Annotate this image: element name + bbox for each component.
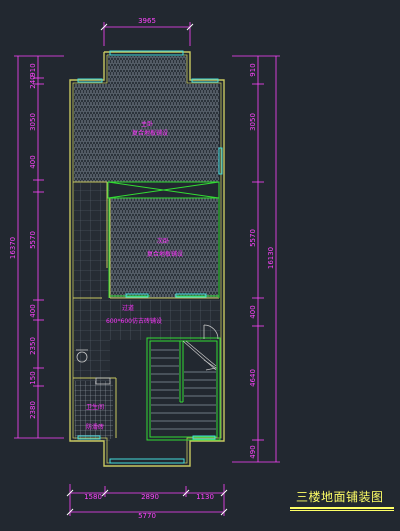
second-bedroom-floor: [110, 198, 218, 298]
dim-left-400: 400: [29, 155, 37, 168]
title-underline-thin: [290, 510, 394, 511]
dim-bottom-1580: 1580: [84, 493, 102, 501]
drawing-title: 三楼地面铺装图: [296, 490, 384, 504]
floor-plan-drawing: 3965 1580 2890 1130 5770 910 240 3050 40…: [9, 17, 280, 520]
second-bedroom-finish: 复合地板铺设: [147, 250, 183, 258]
dim-bottom-2890: 2890: [141, 493, 159, 501]
bathroom-name: 卫生间: [86, 403, 104, 411]
dim-top-3965: 3965: [138, 17, 156, 25]
master-bedroom-name: 主卧: [141, 120, 153, 128]
dim-right-400: 400: [249, 305, 257, 318]
dim-left-2350: 2350: [29, 337, 37, 355]
bathroom-finish: 防滑砖: [86, 423, 104, 431]
dim-left-5570: 5570: [29, 231, 37, 249]
dim-left-3050: 3050: [29, 113, 37, 131]
dim-right-3050: 3050: [249, 113, 257, 131]
master-bedroom-bay-floor: [108, 56, 187, 86]
dim-right-490: 490: [249, 445, 257, 458]
dim-right-5570: 5570: [249, 229, 257, 247]
corridor-finish: 600*600仿古砖铺设: [106, 317, 162, 325]
dim-left-240: 240: [29, 75, 37, 88]
second-bedroom-name: 次卧: [157, 237, 169, 245]
dim-bottom-1130: 1130: [196, 493, 214, 501]
dim-bottom-total: 5770: [138, 512, 156, 520]
dim-left-910: 910: [29, 63, 37, 76]
dim-left-150: 150: [29, 371, 37, 384]
dim-left-400b: 400: [29, 304, 37, 317]
title-underline: [290, 507, 394, 509]
dim-left-2380: 2380: [29, 401, 37, 419]
dim-left-total: 16370: [9, 237, 17, 259]
dim-right-4640: 4640: [249, 369, 257, 387]
corridor-name: 过道: [122, 304, 134, 312]
dim-right-total: 16130: [267, 247, 275, 269]
master-bedroom-finish: 复合地板铺设: [132, 129, 168, 137]
dim-right-910: 910: [249, 63, 257, 76]
